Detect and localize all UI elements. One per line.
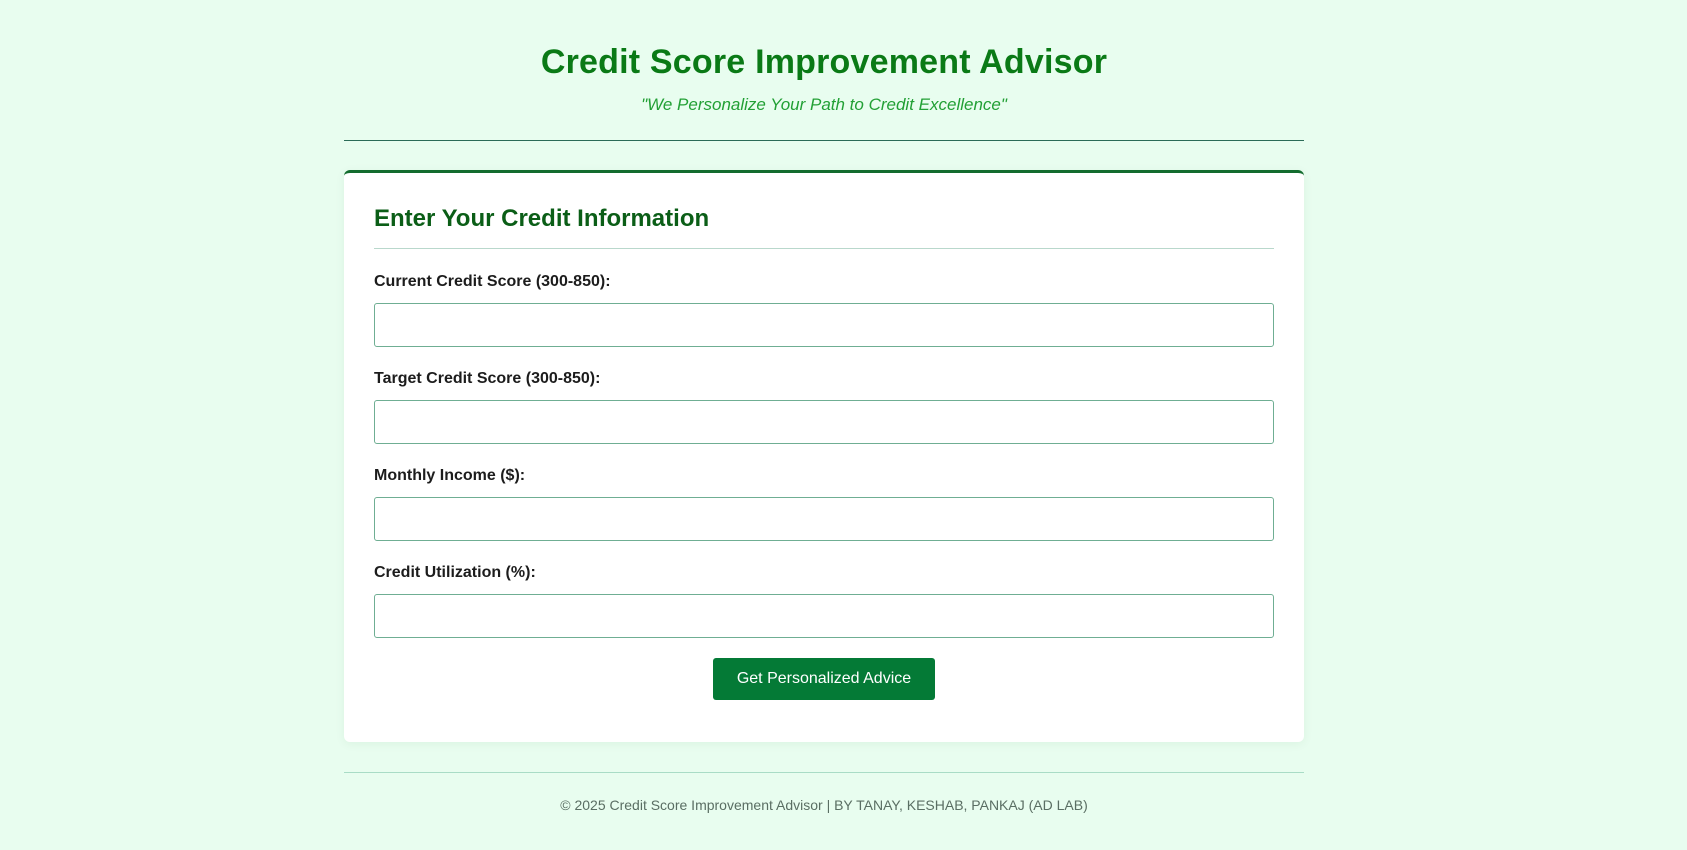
form-heading: Enter Your Credit Information [374, 205, 710, 232]
page-title: Credit Score Improvement Advisor [540, 43, 1108, 81]
form-heading-divider [374, 248, 1274, 249]
current-score-field-group: Current Credit Score (300-850): [374, 272, 1274, 347]
credit-utilization-field-group: Credit Utilization (%): [374, 563, 1274, 638]
credit-info-card: Enter Your Credit Information Current Cr… [344, 170, 1304, 742]
current-score-label: Current Credit Score (300-850): [374, 273, 611, 290]
monthly-income-label: Monthly Income ($): [374, 467, 526, 484]
get-advice-button[interactable]: Get Personalized Advice [713, 658, 935, 700]
current-score-input[interactable] [374, 303, 1274, 347]
header-divider [344, 140, 1304, 141]
footer-copyright: © 2025 Credit Score Improvement Advisor … [560, 797, 1088, 813]
page-footer: © 2025 Credit Score Improvement Advisor … [344, 772, 1304, 815]
page-container: Credit Score Improvement Advisor "We Per… [344, 0, 1304, 815]
target-score-label: Target Credit Score (300-850): [374, 370, 601, 387]
submit-row: Get Personalized Advice [374, 658, 1274, 700]
credit-utilization-label: Credit Utilization (%): [374, 564, 536, 581]
target-score-field-group: Target Credit Score (300-850): [374, 369, 1274, 444]
target-score-input[interactable] [374, 400, 1274, 444]
page-tagline: "We Personalize Your Path to Credit Exce… [641, 95, 1007, 114]
credit-utilization-input[interactable] [374, 594, 1274, 638]
page-header: Credit Score Improvement Advisor "We Per… [344, 0, 1304, 141]
monthly-income-field-group: Monthly Income ($): [374, 466, 1274, 541]
monthly-income-input[interactable] [374, 497, 1274, 541]
